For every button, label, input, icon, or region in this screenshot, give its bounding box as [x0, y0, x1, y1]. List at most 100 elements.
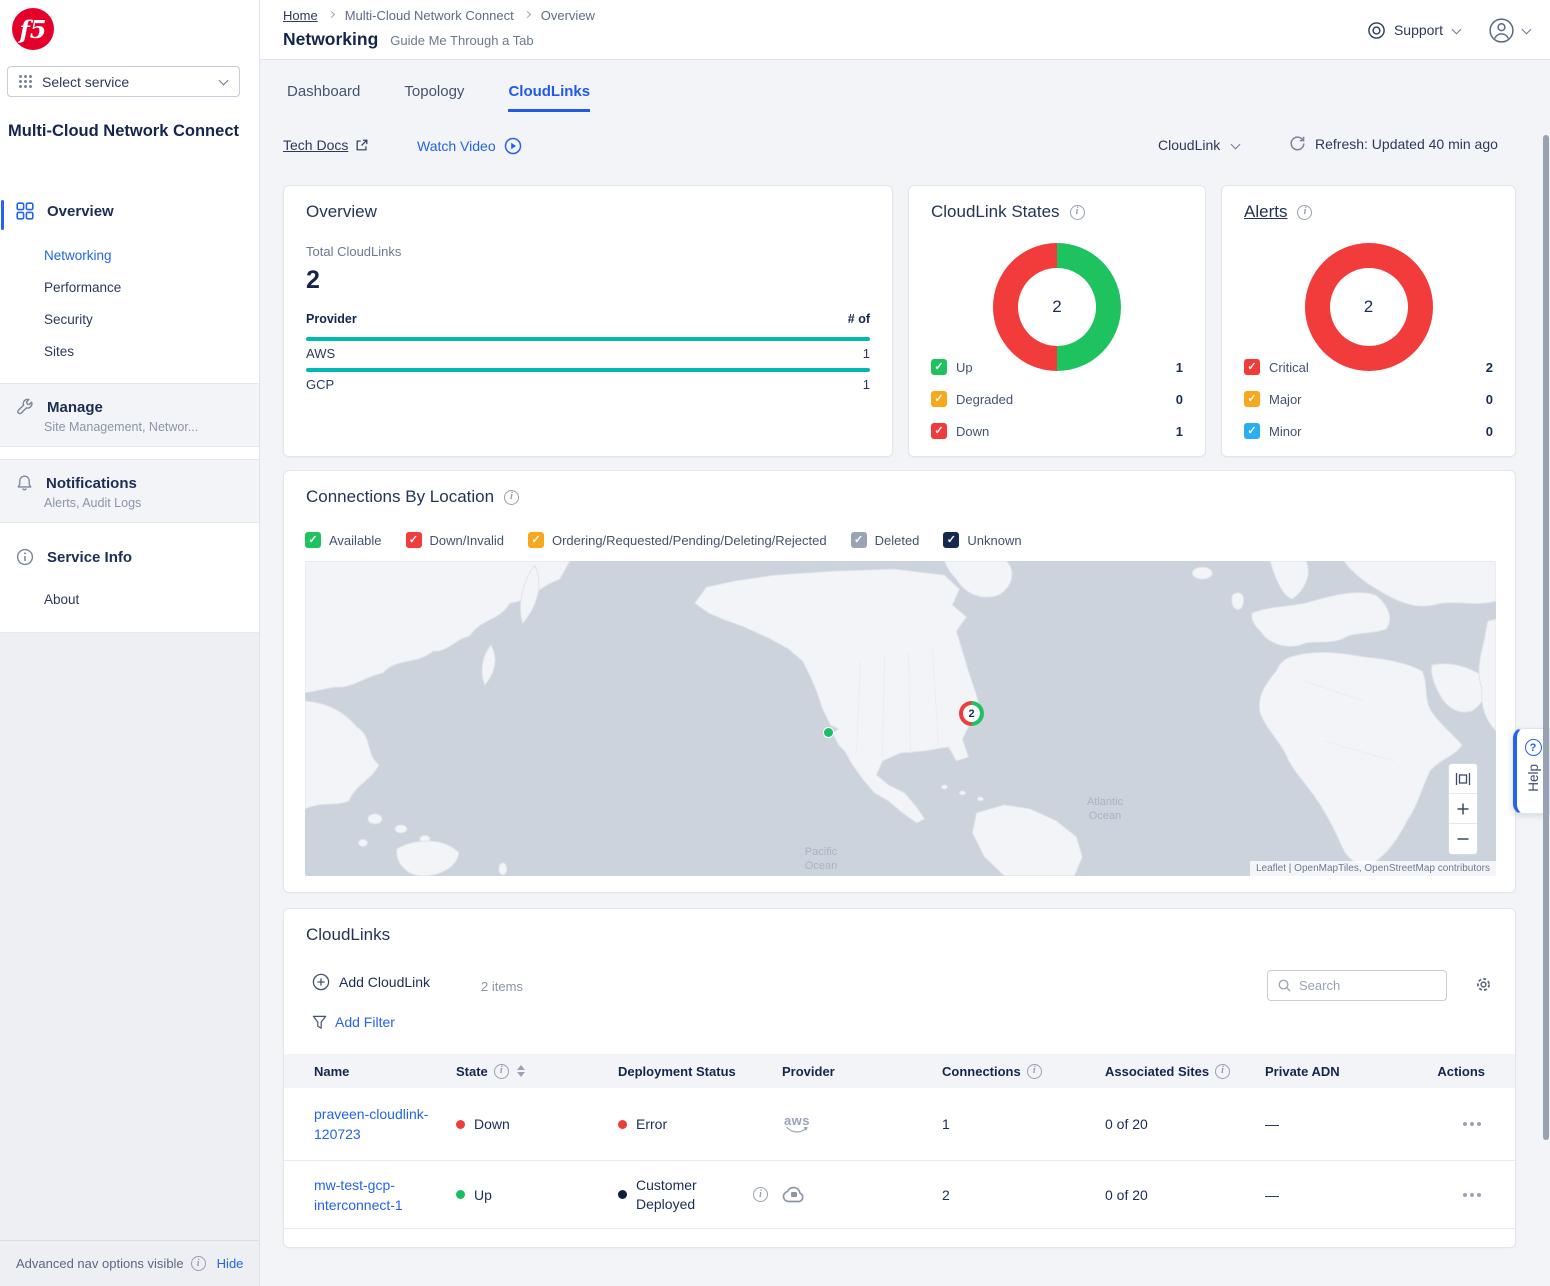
sidebar-item-about[interactable]: About: [44, 592, 79, 607]
info-icon[interactable]: [494, 1064, 509, 1079]
world-map[interactable]: Atlantic Ocean Pacific Ocean 2: [305, 561, 1496, 876]
info-icon[interactable]: [1215, 1064, 1230, 1079]
filter-down-invalid[interactable]: Down/Invalid: [406, 532, 504, 548]
deployment-customer-dot: [618, 1190, 627, 1199]
cloudlink-name-link[interactable]: praveen-cloudlink-120723: [314, 1104, 432, 1144]
table-settings-button[interactable]: [1474, 975, 1493, 994]
legend-item-degraded[interactable]: Degraded 0: [931, 390, 1183, 408]
deployment-error-dot: [618, 1120, 627, 1129]
cloudlink-states-card: CloudLink States 2 Up 1 Degraded 0 Down …: [908, 185, 1206, 457]
checkbox-down-invalid[interactable]: [406, 532, 422, 548]
sidebar-item-networking[interactable]: Networking: [44, 248, 112, 263]
breadcrumb-mcn[interactable]: Multi-Cloud Network Connect: [345, 8, 514, 23]
sort-icon[interactable]: [517, 1065, 525, 1077]
plus-icon: [1456, 802, 1470, 816]
legend-item-minor[interactable]: Minor 0: [1244, 422, 1493, 440]
cloudlink-name-link[interactable]: mw-test-gcp-interconnect-1: [314, 1175, 432, 1215]
map-marker-cluster[interactable]: 2: [959, 701, 984, 726]
sidebar-item-overview[interactable]: Overview: [0, 202, 259, 220]
info-icon[interactable]: [504, 490, 519, 505]
page-toolbar: Tech Docs Watch Video CloudLink Refresh:…: [283, 137, 1527, 161]
refresh-button[interactable]: Refresh: Updated 40 min ago: [1289, 135, 1498, 152]
map-marker-west[interactable]: [823, 727, 834, 738]
page-scrollbar[interactable]: [1543, 135, 1549, 1140]
legend-item-down[interactable]: Down 1: [931, 422, 1183, 440]
search-input[interactable]: [1299, 978, 1429, 993]
items-count: 2 items: [481, 979, 523, 994]
f5-logo[interactable]: f5: [12, 8, 54, 50]
info-icon[interactable]: [753, 1187, 768, 1202]
info-icon[interactable]: [191, 1256, 206, 1271]
service-selector[interactable]: Select service: [7, 66, 240, 97]
checkbox-critical[interactable]: [1244, 359, 1260, 375]
cloudlinks-table-card: CloudLinks Add CloudLink 2 items: [283, 908, 1516, 1248]
tab-dashboard[interactable]: Dashboard: [287, 83, 360, 112]
cloudlink-states-donut: 2: [993, 243, 1121, 371]
provider-column-header: Provider: [306, 312, 357, 326]
checkbox-minor[interactable]: [1244, 423, 1260, 439]
product-title: Multi-Cloud Network Connect: [8, 118, 240, 145]
user-menu[interactable]: [1488, 17, 1532, 44]
row-actions-button[interactable]: [1459, 1118, 1485, 1130]
alerts-title-link[interactable]: Alerts: [1244, 202, 1287, 222]
filter-deleted[interactable]: Deleted: [851, 532, 920, 548]
legend-label: Down: [956, 424, 989, 439]
checkbox-down[interactable]: [931, 423, 947, 439]
sidebar-item-security[interactable]: Security: [44, 312, 93, 327]
checkbox-major[interactable]: [1244, 391, 1260, 407]
cloudlink-states-title: CloudLink States: [931, 202, 1060, 222]
overview-grid-icon: [16, 202, 34, 220]
sidebar-item-sites[interactable]: Sites: [44, 344, 74, 359]
tech-docs-label: Tech Docs: [283, 137, 348, 153]
sidebar-item-service-info[interactable]: Service Info: [0, 548, 259, 566]
sidebar-item-label: Service Info: [47, 549, 132, 566]
guide-me-link[interactable]: Guide Me Through a Tab: [390, 33, 533, 48]
table-header-row: Name State Deployment Status Provider Co…: [284, 1054, 1515, 1088]
filter-available[interactable]: Available: [305, 532, 382, 548]
watch-video-link[interactable]: Watch Video: [417, 137, 522, 155]
legend-item-up[interactable]: Up 1: [931, 358, 1183, 376]
map-zoom-in-button[interactable]: [1449, 794, 1477, 824]
info-icon[interactable]: [1297, 205, 1312, 220]
map-zoom-out-button[interactable]: [1449, 824, 1477, 854]
map-attribution[interactable]: Leaflet | OpenMapTiles, OpenStreetMap co…: [1250, 861, 1496, 876]
sidebar-item-performance[interactable]: Performance: [44, 280, 121, 295]
info-icon[interactable]: [1027, 1064, 1042, 1079]
tech-docs-link[interactable]: Tech Docs: [283, 137, 369, 153]
breadcrumb-separator-icon: [524, 11, 531, 18]
legend-value: 0: [1176, 392, 1183, 407]
sidebar-item-manage[interactable]: Manage Site Management, Networ...: [0, 383, 259, 447]
checkbox-up[interactable]: [931, 359, 947, 375]
info-icon[interactable]: [1070, 205, 1085, 220]
col-header-state[interactable]: State: [456, 1064, 618, 1079]
states-legend: Up 1 Degraded 0 Down 1: [931, 358, 1183, 454]
checkbox-degraded[interactable]: [931, 391, 947, 407]
sidebar-item-label: Notifications: [46, 475, 137, 492]
row-actions-button[interactable]: [1459, 1189, 1485, 1201]
filter-ordering[interactable]: Ordering/Requested/Pending/Deleting/Reje…: [528, 532, 827, 548]
add-filter-button[interactable]: Add Filter: [312, 1014, 395, 1030]
scope-selector[interactable]: CloudLink: [1158, 137, 1241, 153]
map-fit-bounds-button[interactable]: [1449, 764, 1477, 794]
support-menu[interactable]: Support: [1367, 21, 1462, 40]
tab-topology[interactable]: Topology: [404, 83, 464, 112]
play-circle-icon: [504, 137, 522, 155]
checkbox-available[interactable]: [305, 532, 321, 548]
hide-link[interactable]: Hide: [217, 1256, 244, 1271]
donut-total: 2: [1018, 268, 1096, 346]
checkbox-unknown[interactable]: [943, 532, 959, 548]
state-label: Down: [474, 1116, 510, 1132]
breadcrumb-home[interactable]: Home: [283, 8, 318, 23]
legend-item-critical[interactable]: Critical 2: [1244, 358, 1493, 376]
legend-item-major[interactable]: Major 0: [1244, 390, 1493, 408]
aws-logo: aws: [782, 1115, 812, 1134]
sidebar-item-notifications[interactable]: Notifications Alerts, Audit Logs: [0, 459, 259, 523]
legend-value: 1: [1176, 360, 1183, 375]
filter-unknown[interactable]: Unknown: [943, 532, 1021, 548]
table-search[interactable]: [1267, 970, 1447, 1001]
tab-cloudlinks[interactable]: CloudLinks: [508, 83, 590, 112]
checkbox-ordering[interactable]: [528, 532, 544, 548]
add-cloudlink-button[interactable]: Add CloudLink: [312, 973, 430, 991]
checkbox-deleted[interactable]: [851, 532, 867, 548]
sidebar-item-sublabel: Alerts, Audit Logs: [0, 492, 259, 522]
